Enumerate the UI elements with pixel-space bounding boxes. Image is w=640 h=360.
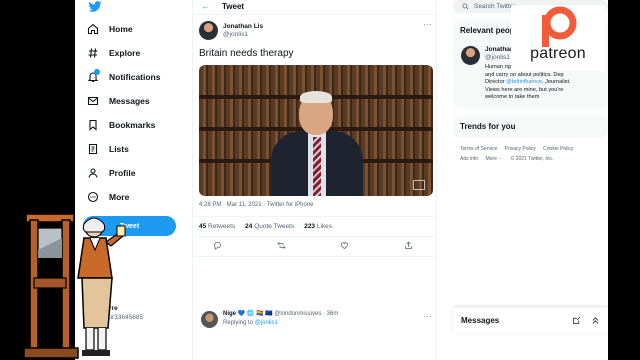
trends-card: Trends for you [453,116,608,138]
nav-home[interactable]: Home [87,20,133,38]
back-arrow-icon[interactable]: ← [201,1,210,11]
footer-link[interactable]: More ··· [485,156,503,162]
tweet-video[interactable] [199,65,433,196]
stats-divider [193,236,436,237]
parliament-logo-icon [413,180,425,190]
home-icon [87,23,99,35]
footer-link[interactable]: Cookie Policy [543,146,573,152]
reply-tweet[interactable]: Nige 💙 🌐 🏳️‍🌈 🇪🇺 @londonmissives · 36m R… [223,310,338,328]
actions-divider [193,256,436,257]
relevant-person[interactable]: Jonathan @jonlis1 [485,46,514,62]
list-icon [88,143,98,155]
reply-icon[interactable] [213,241,222,250]
search-input[interactable]: Search Twitter [474,3,515,10]
search-icon [462,3,469,10]
nav-profile[interactable]: Profile [87,164,135,182]
bio-line: and carry on about politics. Dep [485,71,564,78]
tweet-text: Britain needs therapy [199,48,294,59]
header-divider [193,14,436,15]
messages-actions [572,316,600,325]
like-count[interactable]: 223 Likes [304,223,332,230]
reply-more-icon[interactable]: ··· [423,312,433,321]
author-avatar[interactable] [199,21,218,40]
footer-link[interactable]: Terms of Service [460,146,497,152]
replying-prefix: Replying to [223,320,254,326]
relevant-person-name: Jonathan [485,46,514,53]
reply-avatar[interactable] [201,311,218,328]
like-icon[interactable] [340,241,349,250]
tweet-more-icon[interactable]: ··· [423,20,433,29]
nav-explore[interactable]: Explore [87,44,140,62]
quote-count[interactable]: 24 Quote Tweets [245,223,294,230]
patreon-badge: patreon [511,5,605,71]
more-circle-icon [87,191,99,203]
retweet-icon[interactable] [277,241,286,250]
nav-lists[interactable]: Lists [87,140,129,158]
bookmark-icon [89,119,97,131]
nav-label: Bookmarks [109,120,156,130]
expand-chevron-icon[interactable] [591,316,600,325]
hashtag-icon [88,48,98,58]
author-name: Jonathan Lis [223,23,264,30]
replying-handle[interactable]: @jonlis1 [255,320,278,326]
author-handle: @jonlis1 [223,31,249,38]
bio-line: Director @britinfluence. Journalist. [485,79,571,85]
reply-author-handle: @londonmissives · 36m [274,311,339,317]
messages-drawer[interactable]: Messages [453,307,608,333]
person-icon [88,168,98,178]
relevant-person-handle: @jonlis1 [485,54,511,61]
footer-link[interactable]: Privacy Policy [505,146,536,152]
tie [313,137,321,196]
retweet-count[interactable]: 45 Retweets [199,223,235,230]
trends-title[interactable]: Trends for you [453,116,608,137]
tweet-timestamp[interactable]: 4:28 PM · Mar 11, 2021 · Twitter for iPh… [199,202,314,208]
nav-label: Messages [109,96,150,106]
notification-badge [94,69,100,75]
bio-link[interactable]: @britinfluence [506,79,542,85]
tweet-actions [213,241,413,250]
nav-label: More [109,192,130,202]
nav-notifications[interactable]: Notifications [87,68,160,86]
copyright: © 2021 Twitter, Inc. [510,156,554,162]
twitter-logo-icon[interactable] [87,1,103,13]
nav-messages[interactable]: Messages [87,92,150,110]
tweet-column: ← Tweet Jonathan Lis @jonlis1 ··· Britai… [192,0,437,360]
page-title: Tweet [222,1,245,11]
nav-more[interactable]: More [87,188,129,206]
patreon-wordmark: patreon [530,45,586,62]
nav-label: Explore [109,48,141,58]
guillotine-cartoon [23,213,126,359]
bell-icon-wrap [87,69,100,83]
share-icon[interactable] [404,241,413,250]
messages-title: Messages [461,316,500,325]
nav-label: Notifications [109,72,161,82]
nav-label: Home [109,24,133,34]
reply-author-name: Nige 💙 🌐 🏳️‍🌈 🇪🇺 [223,311,273,317]
video-speaker [271,91,363,196]
bio-line: welcome to take them [485,94,540,100]
new-message-icon[interactable] [572,316,581,325]
bio-line: Views here are mine, but you're [485,86,564,93]
hair [300,91,332,103]
meta-divider [193,216,436,217]
nav-label: Lists [109,144,129,154]
footer-links: Terms of Service Privacy Policy Cookie P… [460,144,579,164]
tweet-author[interactable]: Jonathan Lis @jonlis1 [223,23,263,39]
tweet-stats: 45 Retweets 24 Quote Tweets 223 Likes [199,223,332,230]
nav-bookmarks[interactable]: Bookmarks [87,116,155,134]
relevant-person-avatar[interactable] [461,46,480,65]
nav-label: Profile [109,168,136,178]
envelope-icon [87,96,99,106]
column-header: ← Tweet [193,0,436,12]
patreon-logo-icon [542,6,577,47]
footer-link[interactable]: Ads info [460,156,478,162]
